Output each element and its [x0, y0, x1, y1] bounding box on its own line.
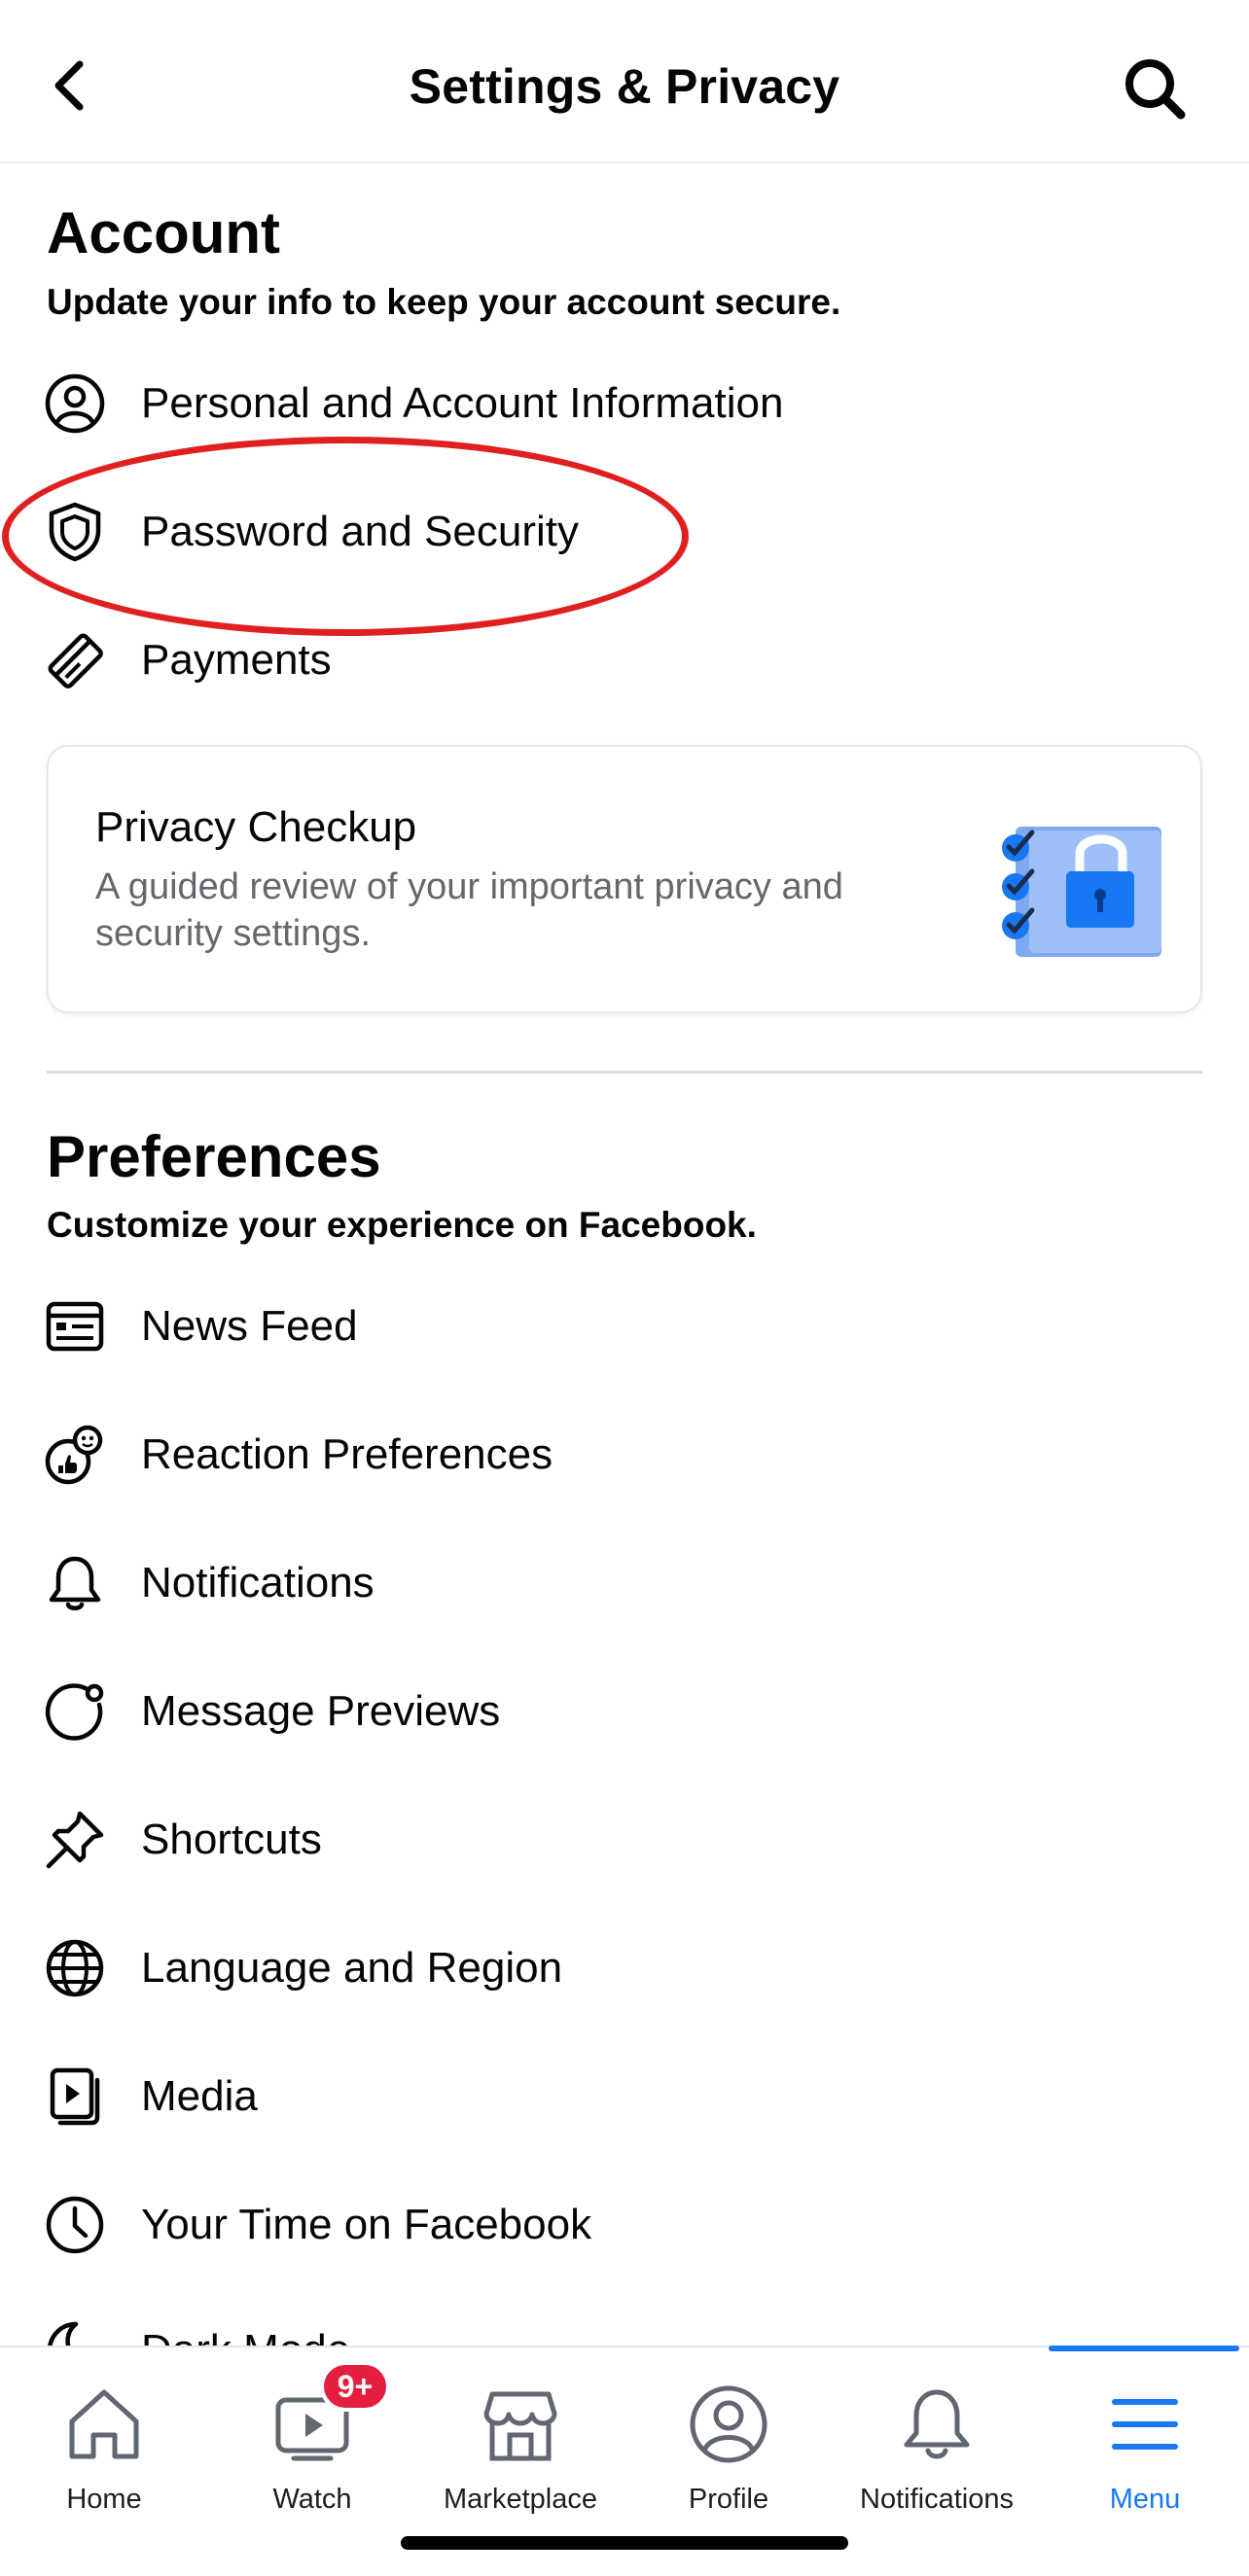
preferences-section-subtitle: Customize your experience on Facebook.: [47, 1205, 757, 1245]
settings-item-language-region[interactable]: Language and Region: [0, 1901, 1249, 2029]
tab-label: Watch: [272, 2484, 352, 2515]
preferences-section-title: Preferences: [47, 1124, 381, 1189]
privacy-lock-illustration: [1002, 827, 1161, 957]
bell-icon: [49, 1556, 101, 1610]
shield-icon: [49, 502, 101, 562]
message-preview-icon: [45, 1683, 104, 1741]
settings-item-personal-info[interactable]: Personal and Account Information: [0, 336, 1249, 465]
settings-item-label: Your Time on Facebook: [141, 2201, 592, 2248]
settings-item-label: Language and Region: [141, 1944, 563, 1992]
user-circle-icon: [45, 373, 105, 434]
privacy-checkup-description: A guided review of your important privac…: [95, 866, 843, 954]
settings-item-label: Message Previews: [141, 1687, 501, 1735]
tab-label: Menu: [1109, 2484, 1181, 2515]
news-feed-icon: [46, 1301, 104, 1352]
settings-item-label: Dark Mode: [141, 2326, 350, 2346]
privacy-checkup-card[interactable]: Privacy Checkup A guided review of your …: [47, 745, 1202, 1013]
settings-item-label: News Feed: [141, 1302, 358, 1350]
tab-marketplace[interactable]: Marketplace: [416, 2347, 624, 2542]
settings-item-label: Shortcuts: [141, 1816, 322, 1863]
settings-item-label: Reaction Preferences: [141, 1430, 553, 1478]
settings-item-notifications[interactable]: Notifications: [0, 1516, 1249, 1644]
settings-item-label: Personal and Account Information: [141, 379, 784, 427]
menu-icon: [1112, 2399, 1178, 2450]
page-title: Settings & Privacy: [409, 59, 840, 114]
watch-notification-badge: 9+: [320, 2361, 390, 2412]
settings-item-shortcuts[interactable]: Shortcuts: [0, 1773, 1249, 1901]
marketplace-icon: [483, 2391, 557, 2461]
tab-home[interactable]: Home: [0, 2347, 208, 2542]
profile-icon: [690, 2385, 767, 2463]
search-button[interactable]: [1121, 54, 1189, 123]
settings-item-label: Notifications: [141, 1559, 375, 1606]
settings-item-payments[interactable]: Payments: [0, 593, 1249, 722]
tab-notifications[interactable]: Notifications: [833, 2347, 1041, 2542]
header-bar: Settings & Privacy: [0, 0, 1249, 163]
tab-profile[interactable]: Profile: [624, 2347, 833, 2542]
settings-item-message-previews[interactable]: Message Previews: [0, 1644, 1249, 1773]
bell-icon: [904, 2389, 970, 2459]
settings-item-password-security[interactable]: Password and Security: [0, 465, 1249, 593]
home-icon: [69, 2389, 139, 2459]
tab-label: Notifications: [860, 2484, 1014, 2515]
account-section-subtitle: Update your info to keep your account se…: [47, 282, 841, 322]
search-icon: [1125, 59, 1186, 120]
moon-icon: [48, 2321, 79, 2346]
clock-icon: [46, 2196, 104, 2254]
tab-watch[interactable]: 9+ Watch: [208, 2347, 416, 2542]
settings-item-label: Media: [141, 2072, 258, 2120]
pin-icon: [46, 1811, 104, 1869]
section-divider: [47, 1071, 1202, 1074]
tab-label: Home: [66, 2484, 142, 2515]
home-indicator[interactable]: [401, 2536, 848, 2550]
settings-item-news-feed[interactable]: News Feed: [0, 1259, 1249, 1388]
settings-item-time-on-facebook[interactable]: Your Time on Facebook: [0, 2158, 1249, 2286]
settings-item-label: Payments: [141, 636, 332, 684]
reaction-icon: [45, 1425, 103, 1485]
tab-label: Profile: [688, 2484, 769, 2515]
settings-item-reaction-preferences[interactable]: Reaction Preferences: [0, 1388, 1249, 1516]
tab-label: Marketplace: [444, 2484, 597, 2515]
privacy-checkup-title: Privacy Checkup: [95, 803, 417, 851]
card-icon: [48, 633, 103, 688]
media-icon: [50, 2067, 100, 2126]
account-section-title: Account: [47, 200, 280, 265]
settings-item-label: Password and Security: [141, 508, 579, 555]
settings-item-media[interactable]: Media: [0, 2029, 1249, 2158]
tab-menu[interactable]: Menu: [1041, 2347, 1249, 2542]
globe-icon: [46, 1939, 104, 1997]
settings-item-dark-mode[interactable]: Dark Mode: [0, 2305, 1249, 2346]
